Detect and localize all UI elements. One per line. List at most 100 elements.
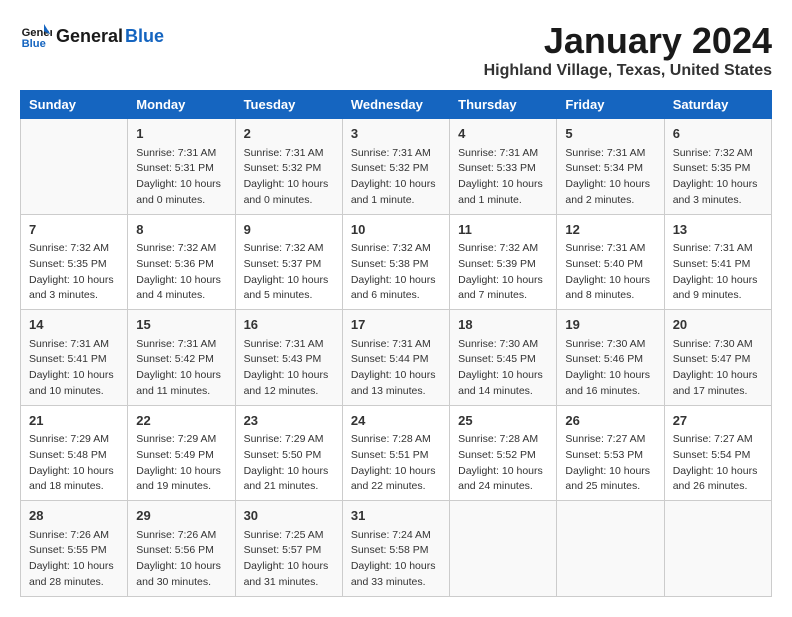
calendar-cell: 14Sunrise: 7:31 AMSunset: 5:41 PMDayligh… [21,310,128,406]
day-number: 27 [673,411,763,431]
calendar-body: 1Sunrise: 7:31 AMSunset: 5:31 PMDaylight… [21,119,772,597]
calendar-cell: 27Sunrise: 7:27 AMSunset: 5:54 PMDayligh… [664,405,771,501]
calendar-cell: 16Sunrise: 7:31 AMSunset: 5:43 PMDayligh… [235,310,342,406]
day-number: 31 [351,506,441,526]
day-number: 11 [458,220,548,240]
day-number: 6 [673,124,763,144]
day-info: Sunrise: 7:31 AMSunset: 5:31 PMDaylight:… [136,146,226,209]
header-row: Sunday Monday Tuesday Wednesday Thursday… [21,91,772,119]
calendar-cell: 25Sunrise: 7:28 AMSunset: 5:52 PMDayligh… [450,405,557,501]
day-number: 16 [244,315,334,335]
day-number: 18 [458,315,548,335]
calendar-cell: 18Sunrise: 7:30 AMSunset: 5:45 PMDayligh… [450,310,557,406]
day-number: 23 [244,411,334,431]
calendar-cell: 30Sunrise: 7:25 AMSunset: 5:57 PMDayligh… [235,501,342,597]
day-number: 4 [458,124,548,144]
calendar-cell [557,501,664,597]
day-info: Sunrise: 7:32 AMSunset: 5:36 PMDaylight:… [136,241,226,304]
calendar-cell: 24Sunrise: 7:28 AMSunset: 5:51 PMDayligh… [342,405,449,501]
day-number: 22 [136,411,226,431]
day-info: Sunrise: 7:31 AMSunset: 5:33 PMDaylight:… [458,146,548,209]
calendar-cell: 10Sunrise: 7:32 AMSunset: 5:38 PMDayligh… [342,214,449,310]
day-number: 26 [565,411,655,431]
calendar-cell: 6Sunrise: 7:32 AMSunset: 5:35 PMDaylight… [664,119,771,215]
day-info: Sunrise: 7:26 AMSunset: 5:55 PMDaylight:… [29,528,119,591]
calendar-cell: 26Sunrise: 7:27 AMSunset: 5:53 PMDayligh… [557,405,664,501]
day-number: 5 [565,124,655,144]
day-number: 12 [565,220,655,240]
week-row-5: 28Sunrise: 7:26 AMSunset: 5:55 PMDayligh… [21,501,772,597]
week-row-4: 21Sunrise: 7:29 AMSunset: 5:48 PMDayligh… [21,405,772,501]
day-number: 1 [136,124,226,144]
day-number: 19 [565,315,655,335]
calendar-cell: 8Sunrise: 7:32 AMSunset: 5:36 PMDaylight… [128,214,235,310]
calendar-cell: 15Sunrise: 7:31 AMSunset: 5:42 PMDayligh… [128,310,235,406]
calendar-cell: 2Sunrise: 7:31 AMSunset: 5:32 PMDaylight… [235,119,342,215]
day-info: Sunrise: 7:31 AMSunset: 5:44 PMDaylight:… [351,337,441,400]
day-number: 8 [136,220,226,240]
day-info: Sunrise: 7:32 AMSunset: 5:39 PMDaylight:… [458,241,548,304]
day-info: Sunrise: 7:31 AMSunset: 5:40 PMDaylight:… [565,241,655,304]
calendar-cell: 23Sunrise: 7:29 AMSunset: 5:50 PMDayligh… [235,405,342,501]
day-info: Sunrise: 7:27 AMSunset: 5:54 PMDaylight:… [673,432,763,495]
calendar-cell: 19Sunrise: 7:30 AMSunset: 5:46 PMDayligh… [557,310,664,406]
day-info: Sunrise: 7:31 AMSunset: 5:34 PMDaylight:… [565,146,655,209]
day-info: Sunrise: 7:30 AMSunset: 5:47 PMDaylight:… [673,337,763,400]
day-info: Sunrise: 7:31 AMSunset: 5:42 PMDaylight:… [136,337,226,400]
day-number: 29 [136,506,226,526]
page-header: General Blue General Blue January 2024 H… [20,20,772,80]
day-number: 9 [244,220,334,240]
day-info: Sunrise: 7:28 AMSunset: 5:51 PMDaylight:… [351,432,441,495]
calendar-table: Sunday Monday Tuesday Wednesday Thursday… [20,90,772,597]
calendar-cell: 20Sunrise: 7:30 AMSunset: 5:47 PMDayligh… [664,310,771,406]
week-row-2: 7Sunrise: 7:32 AMSunset: 5:35 PMDaylight… [21,214,772,310]
calendar-cell: 29Sunrise: 7:26 AMSunset: 5:56 PMDayligh… [128,501,235,597]
col-monday: Monday [128,91,235,119]
day-info: Sunrise: 7:31 AMSunset: 5:41 PMDaylight:… [673,241,763,304]
day-number: 28 [29,506,119,526]
day-number: 21 [29,411,119,431]
col-friday: Friday [557,91,664,119]
logo-general: General [56,26,123,47]
day-number: 3 [351,124,441,144]
day-info: Sunrise: 7:31 AMSunset: 5:43 PMDaylight:… [244,337,334,400]
day-info: Sunrise: 7:26 AMSunset: 5:56 PMDaylight:… [136,528,226,591]
logo-icon: General Blue [20,20,52,52]
day-info: Sunrise: 7:29 AMSunset: 5:48 PMDaylight:… [29,432,119,495]
calendar-cell: 5Sunrise: 7:31 AMSunset: 5:34 PMDaylight… [557,119,664,215]
day-info: Sunrise: 7:32 AMSunset: 5:35 PMDaylight:… [29,241,119,304]
calendar-cell: 9Sunrise: 7:32 AMSunset: 5:37 PMDaylight… [235,214,342,310]
calendar-cell: 13Sunrise: 7:31 AMSunset: 5:41 PMDayligh… [664,214,771,310]
day-number: 17 [351,315,441,335]
calendar-cell: 4Sunrise: 7:31 AMSunset: 5:33 PMDaylight… [450,119,557,215]
calendar-cell [450,501,557,597]
calendar-cell: 17Sunrise: 7:31 AMSunset: 5:44 PMDayligh… [342,310,449,406]
col-wednesday: Wednesday [342,91,449,119]
calendar-cell [664,501,771,597]
day-info: Sunrise: 7:31 AMSunset: 5:32 PMDaylight:… [244,146,334,209]
day-info: Sunrise: 7:28 AMSunset: 5:52 PMDaylight:… [458,432,548,495]
calendar-cell: 1Sunrise: 7:31 AMSunset: 5:31 PMDaylight… [128,119,235,215]
day-info: Sunrise: 7:30 AMSunset: 5:45 PMDaylight:… [458,337,548,400]
calendar-cell: 31Sunrise: 7:24 AMSunset: 5:58 PMDayligh… [342,501,449,597]
week-row-1: 1Sunrise: 7:31 AMSunset: 5:31 PMDaylight… [21,119,772,215]
month-title: January 2024 [484,20,772,62]
calendar-cell: 11Sunrise: 7:32 AMSunset: 5:39 PMDayligh… [450,214,557,310]
calendar-cell: 21Sunrise: 7:29 AMSunset: 5:48 PMDayligh… [21,405,128,501]
location: Highland Village, Texas, United States [484,62,772,80]
day-info: Sunrise: 7:32 AMSunset: 5:37 PMDaylight:… [244,241,334,304]
day-number: 24 [351,411,441,431]
day-number: 20 [673,315,763,335]
col-tuesday: Tuesday [235,91,342,119]
calendar-cell: 7Sunrise: 7:32 AMSunset: 5:35 PMDaylight… [21,214,128,310]
col-thursday: Thursday [450,91,557,119]
day-info: Sunrise: 7:30 AMSunset: 5:46 PMDaylight:… [565,337,655,400]
day-info: Sunrise: 7:31 AMSunset: 5:41 PMDaylight:… [29,337,119,400]
day-info: Sunrise: 7:29 AMSunset: 5:49 PMDaylight:… [136,432,226,495]
calendar-cell [21,119,128,215]
col-saturday: Saturday [664,91,771,119]
day-info: Sunrise: 7:32 AMSunset: 5:35 PMDaylight:… [673,146,763,209]
day-number: 13 [673,220,763,240]
day-number: 15 [136,315,226,335]
calendar-cell: 28Sunrise: 7:26 AMSunset: 5:55 PMDayligh… [21,501,128,597]
